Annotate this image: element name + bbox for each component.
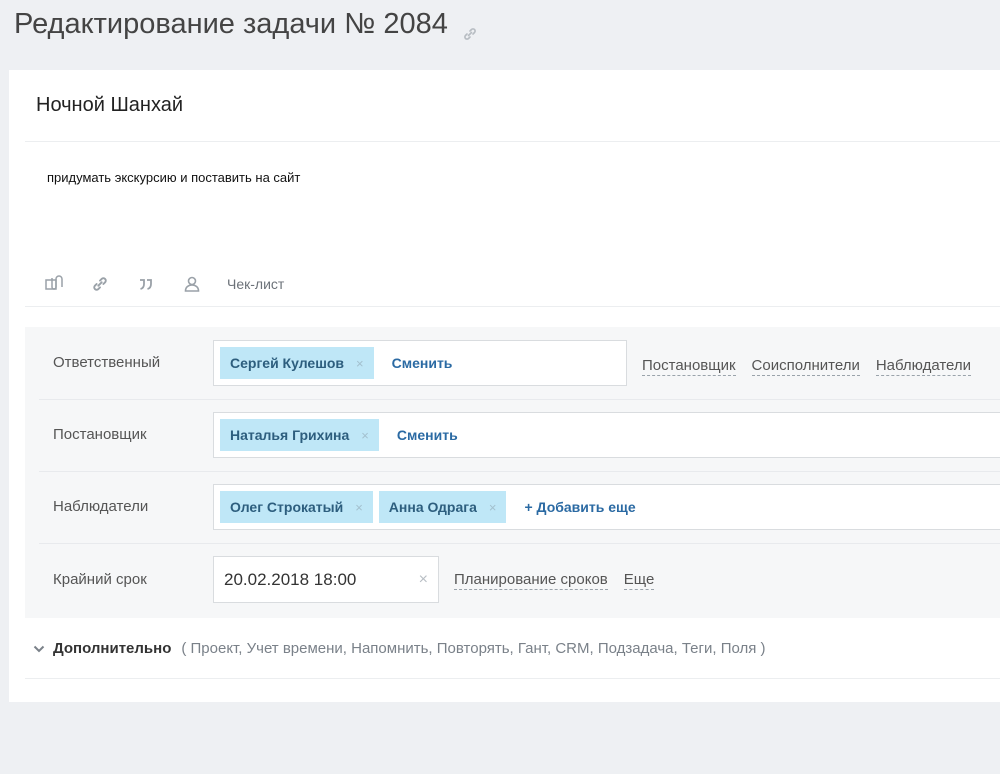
deadline-links: Планирование сроков Еще — [454, 571, 655, 590]
page-title-text: Редактирование задачи № 2084 — [14, 8, 448, 40]
chip-label: Анна Одрага — [388, 499, 477, 515]
close-icon[interactable]: × — [355, 500, 363, 515]
deadline-value: 20.02.2018 18:00 — [224, 569, 357, 589]
additional-items: ( Проект, Учет времени, Напомнить, Повто… — [181, 640, 766, 657]
close-icon[interactable]: × — [356, 356, 364, 371]
change-creator-link[interactable]: Сменить — [397, 427, 458, 443]
time-planning-link[interactable]: Планирование сроков — [454, 571, 608, 590]
chevron-down-icon — [33, 645, 45, 652]
chip-label: Олег Строкатый — [230, 499, 344, 515]
role-links: Постановщик Соисполнители Наблюдатели — [642, 357, 972, 376]
change-responsible-link[interactable]: Сменить — [392, 355, 453, 371]
divider — [39, 471, 1000, 472]
checklist-button[interactable]: Чек-лист — [227, 276, 284, 292]
add-creator-link[interactable]: Постановщик — [642, 357, 736, 376]
add-coexecutors-link[interactable]: Соисполнители — [751, 357, 860, 376]
close-icon[interactable]: × — [361, 428, 369, 443]
chip-label: Наталья Грихина — [230, 427, 350, 443]
user-chip[interactable]: Наталья Грихина × — [220, 419, 379, 451]
add-more-observers-link[interactable]: + Добавить еще — [524, 499, 635, 515]
additional-section-toggle[interactable]: Дополнительно ( Проект, Учет времени, На… — [33, 640, 766, 657]
add-observers-link[interactable]: Наблюдатели — [875, 357, 972, 376]
paperclip-icon[interactable] — [43, 273, 65, 295]
close-icon[interactable]: × — [489, 500, 497, 515]
deadline-input[interactable]: 20.02.2018 18:00 × — [213, 556, 439, 603]
divider — [39, 399, 1000, 400]
observers-field[interactable]: Олег Строкатый × Анна Одрага × + Добавит… — [213, 484, 1000, 530]
link-icon[interactable] — [89, 273, 111, 295]
quote-icon[interactable] — [135, 273, 157, 295]
editor-toolbar: Чек-лист — [43, 270, 284, 298]
task-description-editor[interactable]: придумать экскурсию и поставить на сайт — [47, 170, 300, 185]
task-title-input[interactable]: Ночной Шанхай — [36, 94, 183, 117]
observers-label: Наблюдатели — [53, 498, 149, 515]
chip-label: Сергей Кулешов — [230, 355, 345, 371]
more-link[interactable]: Еще — [623, 571, 655, 590]
creator-field[interactable]: Наталья Грихина × Сменить — [213, 412, 1000, 458]
participants-section: Ответственный Сергей Кулешов × Сменить П… — [25, 327, 1000, 618]
user-chip[interactable]: Сергей Кулешов × — [220, 347, 374, 379]
responsible-field[interactable]: Сергей Кулешов × Сменить — [213, 340, 627, 386]
page-title: Редактирование задачи № 2084 — [14, 8, 478, 41]
divider — [39, 543, 1000, 544]
divider — [25, 678, 1000, 679]
divider — [25, 306, 1000, 307]
user-icon[interactable] — [181, 273, 203, 295]
user-chip[interactable]: Олег Строкатый × — [220, 491, 373, 523]
divider — [25, 141, 1000, 142]
user-chip[interactable]: Анна Одрага × — [378, 491, 507, 523]
task-edit-card: Ночной Шанхай придумать экскурсию и пост… — [9, 70, 1000, 702]
creator-label: Постановщик — [53, 426, 147, 443]
deadline-label: Крайний срок — [53, 571, 147, 588]
responsible-label: Ответственный — [53, 354, 161, 371]
link-icon[interactable] — [462, 17, 478, 40]
close-icon[interactable]: × — [419, 571, 428, 589]
additional-label: Дополнительно — [53, 640, 172, 657]
